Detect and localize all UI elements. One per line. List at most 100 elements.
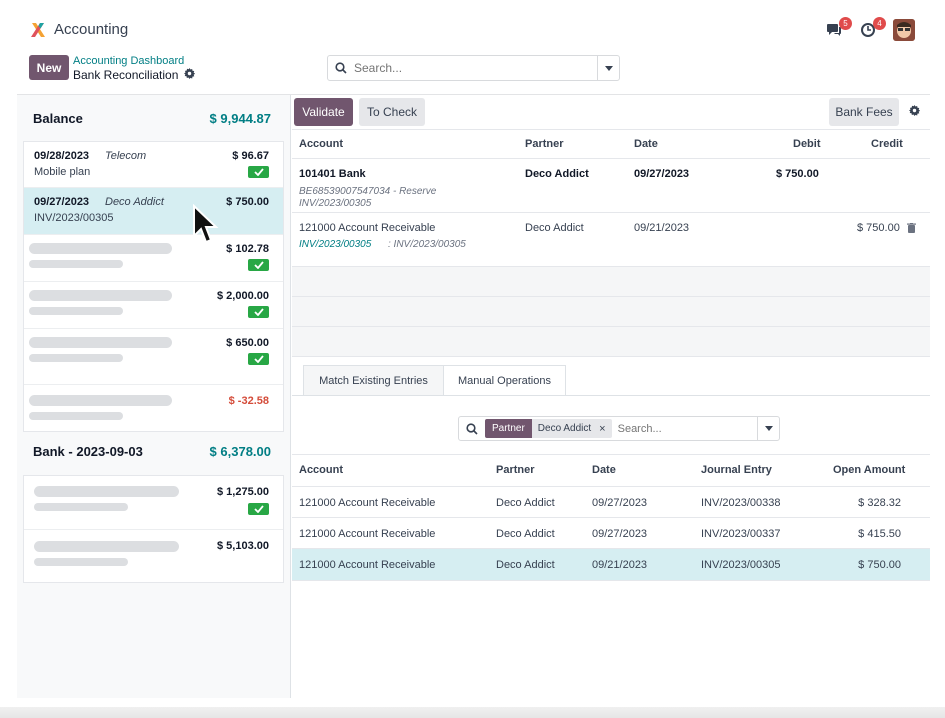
breadcrumb-accounting-dashboard[interactable]: Accounting Dashboard (73, 55, 184, 67)
balance-label: Balance (33, 111, 83, 126)
search-input[interactable] (354, 61, 597, 75)
statement-line[interactable]: $ -32.58 (24, 385, 283, 431)
entry-partner: Deco Addict (525, 222, 584, 234)
app-title[interactable]: Accounting (54, 21, 128, 38)
placeholder-bar (29, 337, 172, 348)
gear-icon[interactable] (184, 68, 196, 82)
activity-badge: 4 (873, 17, 886, 30)
remove-facet-icon[interactable]: × (599, 423, 605, 435)
line-amount: $ 5,103.00 (217, 540, 269, 552)
table-row[interactable]: 121000 Account Receivable Deco Addict 09… (292, 487, 930, 518)
cell-journal-entry: INV/2023/00338 (701, 497, 781, 509)
window-bottom-edge (0, 707, 945, 718)
user-avatar[interactable] (893, 19, 915, 41)
systray: 5 4 (825, 17, 915, 41)
line-date: 09/28/2023 (34, 150, 90, 162)
statement-line[interactable]: $ 102.78 (24, 235, 283, 282)
match-search-options-toggle[interactable] (757, 417, 779, 440)
search-bar (327, 55, 620, 81)
empty-row (292, 297, 930, 326)
filter-facet-value: Deco Addict × (531, 419, 612, 438)
line-partner: Deco Addict (105, 196, 164, 208)
cell-date: 09/21/2023 (592, 559, 648, 571)
placeholder-bar (34, 486, 179, 497)
placeholder-bar (34, 503, 128, 511)
col-credit[interactable]: Credit (871, 138, 903, 150)
col-date[interactable]: Date (634, 138, 658, 150)
col-date[interactable]: Date (592, 464, 616, 476)
cell-partner: Deco Addict (496, 559, 555, 571)
cell-account: 121000 Account Receivable (299, 497, 436, 509)
placeholder-bar (29, 307, 123, 315)
match-search-bar: Partner Deco Addict × (458, 416, 780, 441)
statement-line[interactable]: $ 5,103.00 (24, 530, 283, 582)
search-icon[interactable] (328, 62, 354, 74)
table-row[interactable]: 121000 Account Receivable Deco Addict 09… (292, 518, 930, 549)
search-icon[interactable] (459, 422, 485, 435)
cell-partner: Deco Addict (496, 497, 555, 509)
placeholder-bar (34, 558, 128, 566)
line-amount: $ 1,275.00 (217, 486, 269, 498)
breadcrumb-current: Bank Reconciliation (73, 68, 196, 82)
messages-badge: 5 (839, 17, 852, 30)
statement-line[interactable]: $ 1,275.00 (24, 476, 283, 530)
line-date: 09/27/2023 (34, 196, 90, 208)
tab-match-existing-entries[interactable]: Match Existing Entries (303, 365, 444, 396)
statement-line-selected[interactable]: 09/27/2023 Deco Addict INV/2023/00305 $ … (24, 188, 283, 235)
empty-row (292, 327, 930, 356)
col-account[interactable]: Account (299, 464, 343, 476)
table-row-selected[interactable]: 121000 Account Receivable Deco Addict 09… (292, 549, 930, 580)
reconciled-check-icon (248, 166, 269, 178)
cell-date: 09/27/2023 (592, 497, 648, 509)
activity-clock-icon[interactable]: 4 (859, 17, 886, 39)
statement-line[interactable]: $ 650.00 (24, 329, 283, 385)
entry-label: : INV/2023/00305 (388, 239, 466, 250)
to-check-button[interactable]: To Check (359, 98, 425, 126)
line-amount: $ -32.58 (228, 395, 269, 407)
line-amount: $ 750.00 (226, 196, 269, 208)
col-partner[interactable]: Partner (525, 138, 564, 150)
bank-lines-card: $ 1,275.00 $ 5,103.00 (23, 475, 284, 583)
col-journal-entry[interactable]: Journal Entry (701, 464, 772, 476)
col-partner[interactable]: Partner (496, 464, 535, 476)
reconciled-check-icon (248, 259, 269, 271)
col-debit[interactable]: Debit (793, 138, 821, 150)
col-account[interactable]: Account (299, 138, 343, 150)
mouse-cursor-icon (192, 203, 220, 249)
bank-statement-label: Bank - 2023-09-03 (33, 444, 143, 459)
placeholder-bar (29, 354, 123, 362)
statement-line[interactable]: $ 2,000.00 (24, 282, 283, 329)
row-divider (292, 580, 930, 581)
filter-facet-label: Partner (485, 419, 532, 438)
cell-partner: Deco Addict (496, 528, 555, 540)
bank-fees-button[interactable]: Bank Fees (829, 98, 899, 126)
table-top-border (292, 129, 930, 130)
placeholder-bar (29, 260, 123, 268)
new-button[interactable]: New (29, 55, 69, 80)
cell-date: 09/27/2023 (592, 528, 648, 540)
trash-icon[interactable] (907, 222, 916, 236)
app-logo-icon[interactable] (29, 21, 47, 39)
cell-open-amount: $ 415.50 (858, 528, 901, 540)
entry-label: INV/2023/00305 (299, 198, 372, 209)
entry-credit: $ 750.00 (857, 222, 900, 234)
entry-reference: BE68539007547034 - Reserve (299, 186, 437, 197)
page-title: Bank Reconciliation (73, 68, 179, 82)
validate-button[interactable]: Validate (294, 98, 353, 126)
col-open-amount[interactable]: Open Amount (833, 464, 905, 476)
placeholder-bar (29, 290, 172, 301)
messages-icon[interactable]: 5 (825, 17, 852, 39)
cell-account: 121000 Account Receivable (299, 528, 436, 540)
match-search-input[interactable] (617, 422, 738, 435)
line-partner: Telecom (105, 150, 147, 162)
statement-lines-card: 09/28/2023 Telecom Mobile plan $ 96.67 0… (23, 141, 284, 432)
entry-invoice-link[interactable]: INV/2023/00305 (299, 239, 371, 250)
settings-gear-icon[interactable] (909, 105, 921, 119)
statement-line[interactable]: 09/28/2023 Telecom Mobile plan $ 96.67 (24, 142, 283, 188)
table-top-border (292, 454, 930, 455)
search-options-toggle[interactable] (597, 56, 619, 80)
empty-row (292, 267, 930, 296)
tab-manual-operations[interactable]: Manual Operations (443, 365, 566, 396)
header-divider (292, 158, 930, 159)
line-amount: $ 2,000.00 (217, 290, 269, 302)
